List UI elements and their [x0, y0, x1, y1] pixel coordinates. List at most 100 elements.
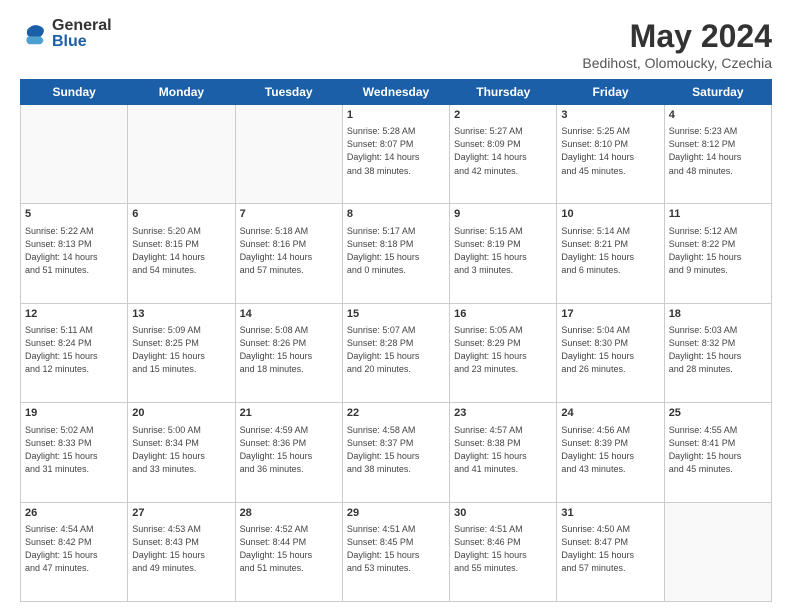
day-of-week-header: Friday	[557, 80, 664, 105]
calendar-day-cell: 23 Sunrise: 4:57 AM Sunset: 8:38 PM Dayli…	[450, 403, 557, 502]
day-info: Sunrise: 5:20 AM Sunset: 8:15 PM Dayligh…	[132, 225, 230, 277]
calendar-day-cell: 30 Sunrise: 4:51 AM Sunset: 8:46 PM Dayli…	[450, 502, 557, 601]
day-number: 12	[25, 307, 123, 322]
day-number: 15	[347, 307, 445, 322]
calendar-day-cell: 24 Sunrise: 4:56 AM Sunset: 8:39 PM Dayli…	[557, 403, 664, 502]
logo-general-text: General	[52, 18, 112, 34]
subtitle: Bedihost, Olomoucky, Czechia	[582, 55, 772, 71]
day-info: Sunrise: 5:04 AM Sunset: 8:30 PM Dayligh…	[561, 324, 659, 376]
calendar-day-cell: 6 Sunrise: 5:20 AM Sunset: 8:15 PM Daylig…	[128, 204, 235, 303]
day-info: Sunrise: 4:54 AM Sunset: 8:42 PM Dayligh…	[25, 523, 123, 575]
day-number: 29	[347, 506, 445, 521]
day-info: Sunrise: 5:11 AM Sunset: 8:24 PM Dayligh…	[25, 324, 123, 376]
day-of-week-header: Monday	[128, 80, 235, 105]
day-number: 23	[454, 406, 552, 421]
day-number: 1	[347, 108, 445, 123]
day-info: Sunrise: 5:17 AM Sunset: 8:18 PM Dayligh…	[347, 225, 445, 277]
day-info: Sunrise: 4:59 AM Sunset: 8:36 PM Dayligh…	[240, 424, 338, 476]
calendar-day-cell: 17 Sunrise: 5:04 AM Sunset: 8:30 PM Dayli…	[557, 303, 664, 402]
logo-blue-text: Blue	[52, 34, 112, 50]
day-info: Sunrise: 5:03 AM Sunset: 8:32 PM Dayligh…	[669, 324, 767, 376]
day-number: 18	[669, 307, 767, 322]
day-number: 20	[132, 406, 230, 421]
day-info: Sunrise: 5:27 AM Sunset: 8:09 PM Dayligh…	[454, 125, 552, 177]
day-info: Sunrise: 5:09 AM Sunset: 8:25 PM Dayligh…	[132, 324, 230, 376]
calendar-day-cell: 9 Sunrise: 5:15 AM Sunset: 8:19 PM Daylig…	[450, 204, 557, 303]
calendar-day-cell	[664, 502, 771, 601]
calendar-day-cell: 19 Sunrise: 5:02 AM Sunset: 8:33 PM Dayli…	[21, 403, 128, 502]
calendar-day-cell: 16 Sunrise: 5:05 AM Sunset: 8:29 PM Dayli…	[450, 303, 557, 402]
day-number: 16	[454, 307, 552, 322]
logo-text: General Blue	[52, 18, 112, 50]
day-info: Sunrise: 5:07 AM Sunset: 8:28 PM Dayligh…	[347, 324, 445, 376]
day-info: Sunrise: 4:56 AM Sunset: 8:39 PM Dayligh…	[561, 424, 659, 476]
day-number: 26	[25, 506, 123, 521]
calendar-day-cell: 4 Sunrise: 5:23 AM Sunset: 8:12 PM Daylig…	[664, 105, 771, 204]
day-number: 30	[454, 506, 552, 521]
day-number: 17	[561, 307, 659, 322]
day-number: 9	[454, 207, 552, 222]
calendar-day-cell: 13Sunrise: 5:09 AM Sunset: 8:25 PM Dayli…	[128, 303, 235, 402]
day-info: Sunrise: 5:18 AM Sunset: 8:16 PM Dayligh…	[240, 225, 338, 277]
day-info: Sunrise: 4:50 AM Sunset: 8:47 PM Dayligh…	[561, 523, 659, 575]
calendar-day-cell: 14Sunrise: 5:08 AM Sunset: 8:26 PM Dayli…	[235, 303, 342, 402]
day-number: 3	[561, 108, 659, 123]
calendar-day-cell: 1 Sunrise: 5:28 AM Sunset: 8:07 PM Daylig…	[342, 105, 449, 204]
header: General Blue May 2024 Bedihost, Olomouck…	[20, 18, 772, 71]
day-info: Sunrise: 5:23 AM Sunset: 8:12 PM Dayligh…	[669, 125, 767, 177]
day-number: 10	[561, 207, 659, 222]
day-number: 24	[561, 406, 659, 421]
day-number: 7	[240, 207, 338, 222]
day-info: Sunrise: 4:53 AM Sunset: 8:43 PM Dayligh…	[132, 523, 230, 575]
day-info: Sunrise: 5:14 AM Sunset: 8:21 PM Dayligh…	[561, 225, 659, 277]
day-number: 6	[132, 207, 230, 222]
title-block: May 2024 Bedihost, Olomoucky, Czechia	[582, 18, 772, 71]
day-number: 22	[347, 406, 445, 421]
day-info: Sunrise: 4:51 AM Sunset: 8:45 PM Dayligh…	[347, 523, 445, 575]
main-title: May 2024	[582, 18, 772, 55]
day-of-week-header: Sunday	[21, 80, 128, 105]
day-of-week-header: Saturday	[664, 80, 771, 105]
page: General Blue May 2024 Bedihost, Olomouck…	[0, 0, 792, 612]
calendar-week-row: 26 Sunrise: 4:54 AM Sunset: 8:42 PM Dayli…	[21, 502, 772, 601]
calendar-day-cell	[235, 105, 342, 204]
calendar-day-cell: 22Sunrise: 4:58 AM Sunset: 8:37 PM Dayli…	[342, 403, 449, 502]
calendar-day-cell: 31 Sunrise: 4:50 AM Sunset: 8:47 PM Dayli…	[557, 502, 664, 601]
calendar-day-cell: 11Sunrise: 5:12 AM Sunset: 8:22 PM Dayli…	[664, 204, 771, 303]
day-number: 5	[25, 207, 123, 222]
day-of-week-header: Thursday	[450, 80, 557, 105]
day-info: Sunrise: 5:00 AM Sunset: 8:34 PM Dayligh…	[132, 424, 230, 476]
calendar-day-cell: 8Sunrise: 5:17 AM Sunset: 8:18 PM Daylig…	[342, 204, 449, 303]
calendar-day-cell: 12 Sunrise: 5:11 AM Sunset: 8:24 PM Dayli…	[21, 303, 128, 402]
calendar-week-row: 1 Sunrise: 5:28 AM Sunset: 8:07 PM Daylig…	[21, 105, 772, 204]
day-number: 28	[240, 506, 338, 521]
logo-icon	[20, 20, 48, 48]
calendar-day-cell: 29 Sunrise: 4:51 AM Sunset: 8:45 PM Dayli…	[342, 502, 449, 601]
calendar-day-cell: 27Sunrise: 4:53 AM Sunset: 8:43 PM Dayli…	[128, 502, 235, 601]
day-info: Sunrise: 5:15 AM Sunset: 8:19 PM Dayligh…	[454, 225, 552, 277]
calendar-day-cell: 10 Sunrise: 5:14 AM Sunset: 8:21 PM Dayli…	[557, 204, 664, 303]
day-info: Sunrise: 4:57 AM Sunset: 8:38 PM Dayligh…	[454, 424, 552, 476]
calendar-header-row: SundayMondayTuesdayWednesdayThursdayFrid…	[21, 80, 772, 105]
day-info: Sunrise: 5:28 AM Sunset: 8:07 PM Dayligh…	[347, 125, 445, 177]
day-info: Sunrise: 5:25 AM Sunset: 8:10 PM Dayligh…	[561, 125, 659, 177]
day-info: Sunrise: 5:12 AM Sunset: 8:22 PM Dayligh…	[669, 225, 767, 277]
day-number: 31	[561, 506, 659, 521]
calendar-day-cell: 15 Sunrise: 5:07 AM Sunset: 8:28 PM Dayli…	[342, 303, 449, 402]
calendar-day-cell: 25Sunrise: 4:55 AM Sunset: 8:41 PM Dayli…	[664, 403, 771, 502]
calendar-week-row: 12 Sunrise: 5:11 AM Sunset: 8:24 PM Dayli…	[21, 303, 772, 402]
day-info: Sunrise: 5:05 AM Sunset: 8:29 PM Dayligh…	[454, 324, 552, 376]
day-info: Sunrise: 5:22 AM Sunset: 8:13 PM Dayligh…	[25, 225, 123, 277]
day-info: Sunrise: 4:51 AM Sunset: 8:46 PM Dayligh…	[454, 523, 552, 575]
day-number: 19	[25, 406, 123, 421]
calendar-day-cell	[128, 105, 235, 204]
day-info: Sunrise: 5:02 AM Sunset: 8:33 PM Dayligh…	[25, 424, 123, 476]
day-number: 4	[669, 108, 767, 123]
day-of-week-header: Tuesday	[235, 80, 342, 105]
calendar-day-cell: 2Sunrise: 5:27 AM Sunset: 8:09 PM Daylig…	[450, 105, 557, 204]
calendar-table: SundayMondayTuesdayWednesdayThursdayFrid…	[20, 79, 772, 602]
calendar-day-cell: 5 Sunrise: 5:22 AM Sunset: 8:13 PM Daylig…	[21, 204, 128, 303]
calendar-day-cell: 21Sunrise: 4:59 AM Sunset: 8:36 PM Dayli…	[235, 403, 342, 502]
day-info: Sunrise: 4:52 AM Sunset: 8:44 PM Dayligh…	[240, 523, 338, 575]
day-number: 25	[669, 406, 767, 421]
